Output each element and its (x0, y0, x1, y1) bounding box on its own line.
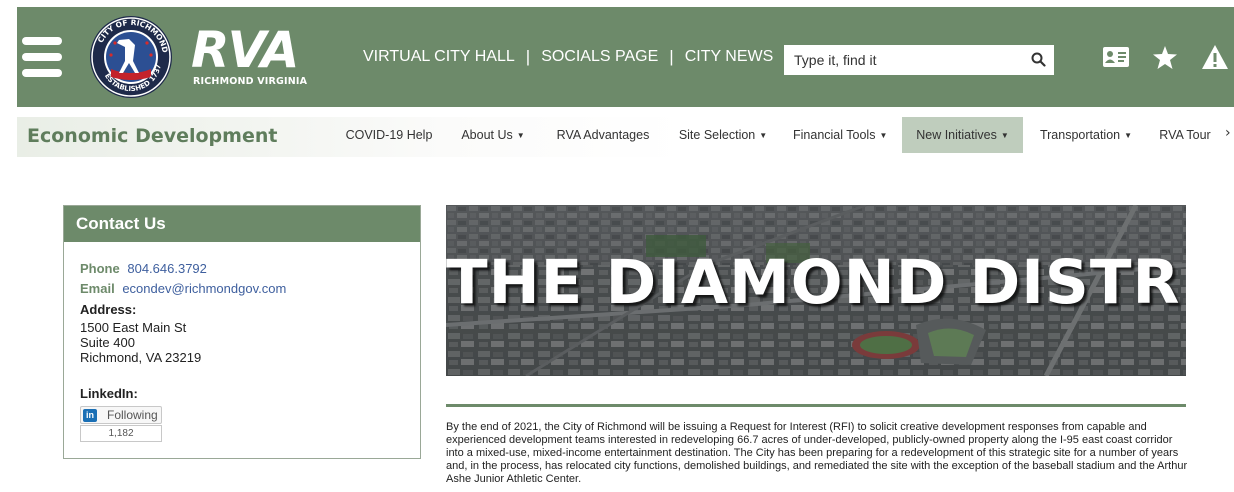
search-input[interactable] (784, 45, 1024, 75)
address-line: 1500 East Main St (80, 320, 187, 335)
nav-item-label: About Us (461, 128, 513, 142)
nav-scroll-right-icon[interactable]: › (1225, 125, 1231, 141)
article-paragraph: By the end of 2021, the City of Richmond… (446, 421, 1188, 485)
alert-icon[interactable] (1202, 45, 1228, 69)
address-line: Richmond, VA 23219 (80, 350, 202, 365)
contact-card-title: Contact Us (64, 206, 420, 242)
caret-down-icon: ▼ (1000, 131, 1009, 140)
nav-item-rva-tour[interactable]: RVA Tour (1157, 117, 1213, 153)
nav-item-site-selection[interactable]: Site Selection ▼ (677, 117, 769, 153)
caret-down-icon: ▼ (1124, 131, 1133, 140)
search-box (784, 45, 1054, 75)
menu-icon[interactable] (22, 37, 62, 77)
linkedin-follow-label: Following (107, 408, 158, 422)
rva-logo-text: RVA (191, 21, 299, 79)
site-section-title[interactable]: Economic Development (27, 125, 277, 147)
caret-down-icon: ▼ (516, 131, 525, 140)
nav-item-new-initiatives[interactable]: New Initiatives ▼ (902, 117, 1023, 153)
nav-item-label: RVA Tour (1159, 128, 1211, 142)
nav-item-label: Transportation (1039, 128, 1121, 142)
address-label: Address: (80, 302, 137, 317)
hero-title: THE DIAMOND DISTRICT (446, 247, 1186, 318)
nav-item-covid-19-help[interactable]: COVID-19 Help (339, 117, 439, 153)
star-icon[interactable] (1153, 46, 1177, 69)
divider (446, 404, 1186, 407)
site-header: CITY OF RICHMOND ESTABLISHED 1737 RVA RI… (17, 7, 1234, 107)
nav-link-virtual-city-hall[interactable]: VIRTUAL CITY HALL (363, 48, 515, 66)
linkedin-label: LinkedIn: (80, 386, 138, 401)
phone-row: Phone 804.646.3792 (80, 261, 207, 276)
linkedin-follower-count: 1,182 (80, 425, 162, 442)
caret-down-icon: ▼ (759, 131, 768, 140)
contact-card-icon[interactable] (1103, 47, 1129, 67)
top-nav: VIRTUAL CITY HALL | SOCIALS PAGE | CITY … (363, 47, 773, 67)
section-nav: Economic Development COVID-19 Help About… (17, 117, 1234, 157)
linkedin-follow-button[interactable]: in Following (80, 406, 162, 424)
nav-item-rva-advantages[interactable]: RVA Advantages (553, 117, 653, 153)
nav-item-label: RVA Advantages (556, 128, 650, 142)
city-seal-logo[interactable]: CITY OF RICHMOND ESTABLISHED 1737 (89, 15, 173, 99)
address-line: Suite 400 (80, 335, 135, 350)
email-link[interactable]: econdev@richmondgov.com (122, 281, 286, 296)
nav-link-socials-page[interactable]: SOCIALS PAGE (541, 48, 658, 66)
email-label: Email (80, 281, 115, 296)
nav-link-city-news[interactable]: CITY NEWS (685, 48, 774, 66)
nav-separator: | (525, 47, 531, 66)
caret-down-icon: ▼ (879, 131, 888, 140)
nav-item-label: Financial Tools (793, 128, 876, 142)
nav-item-label: New Initiatives (916, 128, 997, 142)
nav-item-transportation[interactable]: Transportation ▼ (1037, 117, 1135, 153)
rva-logo[interactable]: RVA RICHMOND VIRGINIA (191, 25, 311, 87)
nav-item-label: COVID-19 Help (345, 128, 433, 142)
email-row: Email econdev@richmondgov.com (80, 281, 286, 296)
linkedin-icon: in (83, 409, 97, 422)
nav-separator: | (669, 47, 674, 66)
nav-item-financial-tools[interactable]: Financial Tools ▼ (793, 117, 887, 153)
contact-card: Contact Us Phone 804.646.3792 Email econ… (63, 205, 421, 459)
phone-label: Phone (80, 261, 120, 276)
rva-logo-subtext: RICHMOND VIRGINIA (193, 76, 308, 87)
diamond-district-hero-image: THE DIAMOND DISTRICT (446, 205, 1186, 376)
nav-item-about-us[interactable]: About Us ▼ (457, 117, 529, 153)
search-icon[interactable] (1031, 52, 1046, 67)
nav-item-label: Site Selection (678, 128, 756, 142)
phone-link[interactable]: 804.646.3792 (127, 261, 207, 276)
